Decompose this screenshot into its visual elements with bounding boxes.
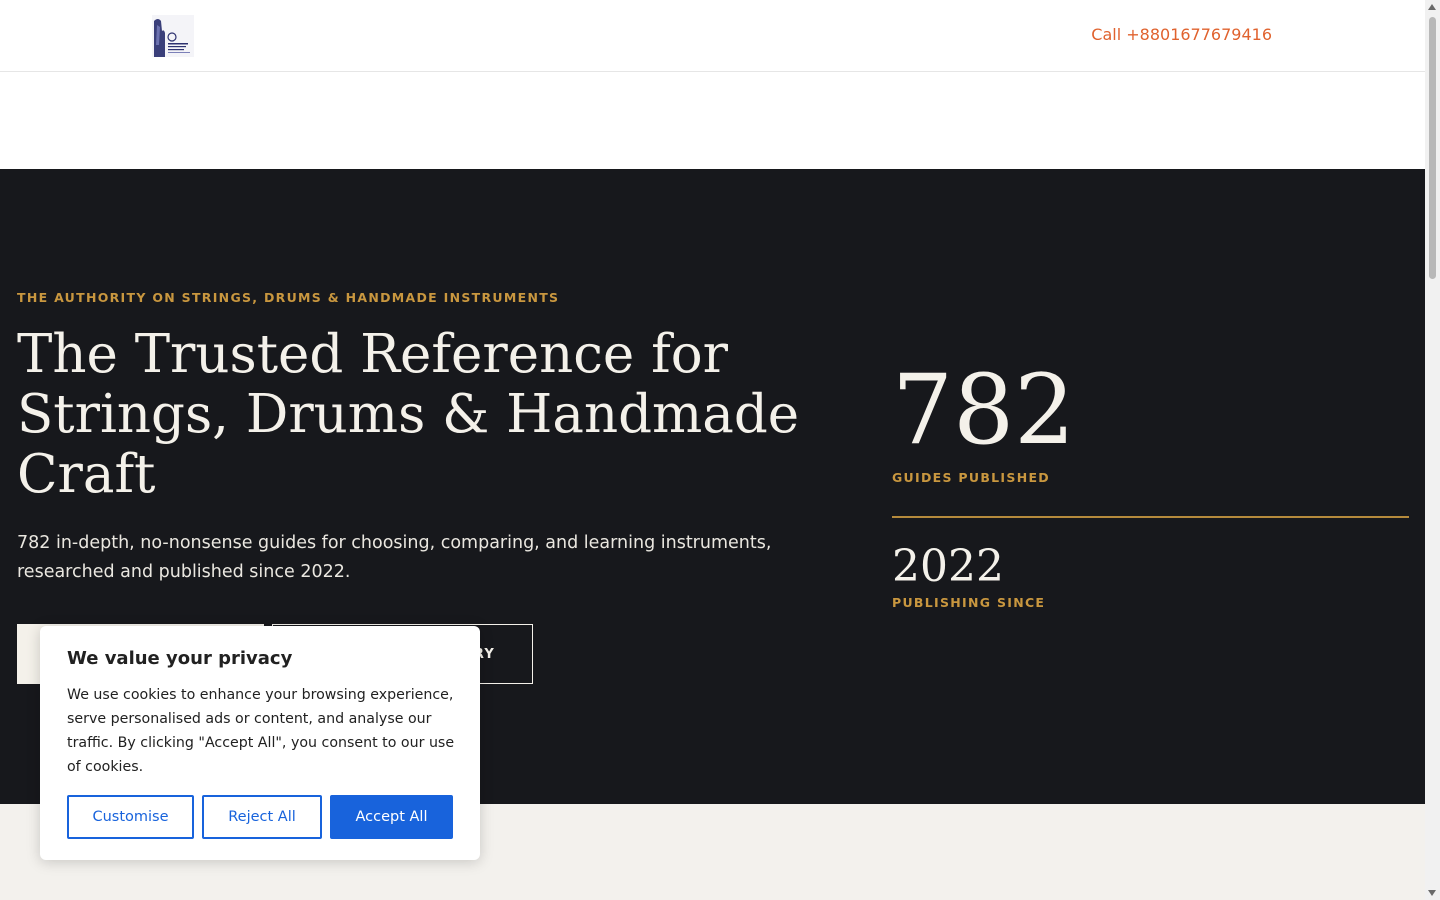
hero-title: The Trusted Reference for Strings, Drums… <box>17 324 800 505</box>
hero-subtitle: 782 in-depth, no-nonsense guides for cho… <box>17 533 772 582</box>
header-spacer <box>0 72 1425 169</box>
scroll-down-arrow-icon[interactable] <box>1428 890 1436 896</box>
customise-button[interactable]: Customise <box>67 795 194 839</box>
call-phone-link[interactable]: Call +8801677679416 <box>1091 25 1272 44</box>
hero-eyebrow: THE AUTHORITY ON STRINGS, DRUMS & HANDMA… <box>17 290 560 305</box>
logo-image <box>152 15 194 57</box>
accept-all-button[interactable]: Accept All <box>330 795 453 839</box>
stat-guides-value: 782 <box>892 354 1076 466</box>
cookie-banner-title: We value your privacy <box>67 648 293 669</box>
stat-guides-label: GUIDES PUBLISHED <box>892 470 1050 485</box>
scrollbar-thumb[interactable] <box>1429 17 1436 279</box>
stat-divider <box>892 516 1409 518</box>
site-header: Call +8801677679416 <box>0 0 1425 72</box>
page-scrollbar[interactable] <box>1425 0 1440 900</box>
scroll-up-arrow-icon[interactable] <box>1428 4 1436 10</box>
stat-since-label: PUBLISHING SINCE <box>892 595 1046 610</box>
cookie-banner-text: We use cookies to enhance your browsing … <box>67 687 455 775</box>
stat-since-value: 2022 <box>892 541 1004 592</box>
reject-all-button[interactable]: Reject All <box>202 795 322 839</box>
cookie-consent-banner: We value your privacy We use cookies to … <box>40 626 480 860</box>
site-logo[interactable] <box>152 15 194 57</box>
